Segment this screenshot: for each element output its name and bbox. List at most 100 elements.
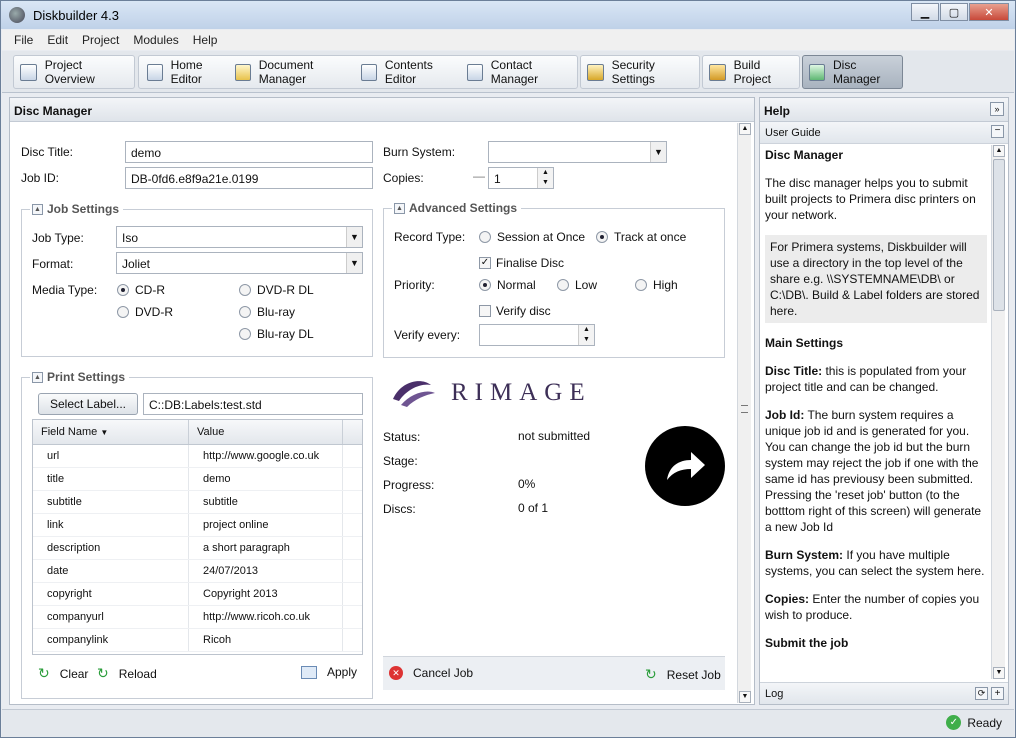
tab-security-settings[interactable]: Security Settings <box>580 55 700 89</box>
menu-edit[interactable]: Edit <box>47 33 68 47</box>
tab-home-editor[interactable]: Home Editor <box>140 55 232 89</box>
reset-icon: ↻ <box>645 666 657 682</box>
priority-low[interactable]: Low <box>557 278 597 292</box>
reload-icon: ↻ <box>97 665 109 681</box>
table-row[interactable]: companylink Ricoh <box>33 629 362 652</box>
table-row[interactable]: link project online <box>33 514 362 537</box>
scroll-up-icon[interactable]: ▲ <box>993 145 1005 157</box>
format-select[interactable]: Joliet ▼ <box>116 252 363 274</box>
field-value-cell[interactable]: subtitle <box>189 491 343 513</box>
media-blu-ray[interactable]: Blu-ray <box>239 305 295 319</box>
job-settings-legend[interactable]: ▲ Job Settings <box>30 202 124 216</box>
scroll-down-icon[interactable]: ▼ <box>739 691 751 703</box>
verify-disc-checkbox[interactable]: Verify disc <box>479 304 551 318</box>
copies-dash: — <box>473 169 485 183</box>
disc-arrow-icon <box>809 63 825 81</box>
apply-button[interactable]: Apply <box>301 665 357 679</box>
verify-every-stepper[interactable]: ▲ ▼ <box>479 324 595 346</box>
clear-button[interactable]: ↻ Clear <box>38 665 88 682</box>
scroll-up-icon[interactable]: ▲ <box>739 123 751 135</box>
table-row[interactable]: url http://www.google.co.uk <box>33 445 362 468</box>
scroll-down-icon[interactable]: ▼ <box>993 667 1005 679</box>
log-header[interactable]: Log ⟳ + <box>760 682 1008 704</box>
reload-button[interactable]: ↻ Reload <box>97 665 157 682</box>
collapse-icon: ▲ <box>394 202 405 214</box>
table-row[interactable]: copyright Copyright 2013 <box>33 583 362 606</box>
scroll-grip[interactable] <box>741 405 748 413</box>
disc-title-input[interactable]: demo <box>125 141 373 163</box>
media-cd-r[interactable]: CD-R <box>117 283 165 297</box>
advanced-settings-legend[interactable]: ▲ Advanced Settings <box>392 201 522 215</box>
job-id-input[interactable]: DB-0fd6.e8f9a21e.0199 <box>125 167 373 189</box>
tab-contact-manager[interactable]: Contact Manager <box>460 55 576 89</box>
minus-icon[interactable]: − <box>991 125 1004 138</box>
status-text: Ready <box>967 715 1002 730</box>
tab-disc-manager[interactable]: Disc Manager <box>802 55 903 89</box>
menu-modules[interactable]: Modules <box>133 33 178 47</box>
field-value-cell[interactable]: demo <box>189 468 343 490</box>
field-value-cell[interactable]: a short paragraph <box>189 537 343 559</box>
menu-project[interactable]: Project <box>82 33 119 47</box>
select-label-button[interactable]: Select Label... <box>38 393 138 415</box>
copies-stepper[interactable]: 1 ▲ ▼ <box>488 167 554 189</box>
print-settings-legend[interactable]: ▲ Print Settings <box>30 370 130 384</box>
help-scrollbar[interactable]: ▲ ▼ <box>991 145 1005 679</box>
reset-job-button[interactable]: ↻ Reset Job <box>645 666 721 683</box>
label-path-input[interactable]: C::DB:Labels:test.std <box>143 393 363 415</box>
refresh-log-icon[interactable]: ⟳ <box>975 687 988 700</box>
user-guide-header[interactable]: User Guide − <box>760 122 1008 144</box>
chevron-down-icon: ▼ <box>346 253 362 273</box>
minimize-button[interactable]: ▁ <box>911 3 939 21</box>
maximize-button[interactable]: ▢ <box>940 3 968 21</box>
contact-icon <box>467 63 483 81</box>
collapse-right-icon[interactable]: » <box>990 102 1004 116</box>
burn-system-select[interactable]: ▼ <box>488 141 667 163</box>
media-blu-ray-dl[interactable]: Blu-ray DL <box>239 327 314 341</box>
stage-label: Stage: <box>383 454 418 468</box>
scroll-thumb[interactable] <box>993 159 1005 311</box>
field-value-cell[interactable]: 24/07/2013 <box>189 560 343 582</box>
job-id-label: Job ID: <box>21 171 60 185</box>
stepper-arrows-icon[interactable]: ▲ ▼ <box>537 168 553 188</box>
finalise-disc-checkbox[interactable]: ✓ Finalise Disc <box>479 256 564 270</box>
col-field-name[interactable]: Field Name ▼ <box>33 420 189 444</box>
table-row[interactable]: subtitle subtitle <box>33 491 362 514</box>
close-button[interactable]: ✕ <box>969 3 1009 21</box>
media-dvd-r-dl[interactable]: DVD-R DL <box>239 283 314 297</box>
collapse-icon: ▲ <box>32 203 43 215</box>
priority-normal[interactable]: Normal <box>479 278 536 292</box>
field-name-cell: date <box>33 560 189 582</box>
record-track-at-once[interactable]: Track at once <box>596 230 686 244</box>
lock-icon <box>587 63 604 81</box>
burn-system-label: Burn System: <box>383 145 456 159</box>
menu-help[interactable]: Help <box>193 33 218 47</box>
table-row[interactable]: title demo <box>33 468 362 491</box>
record-session-at-once[interactable]: Session at Once <box>479 230 585 244</box>
field-value-cell[interactable]: http://www.google.co.uk <box>189 445 343 467</box>
forward-arrow-icon <box>667 452 705 480</box>
table-row[interactable]: date 24/07/2013 <box>33 560 362 583</box>
job-type-label: Job Type: <box>32 231 84 245</box>
disc-panel-scrollbar[interactable]: ▲ ▼ <box>737 123 751 703</box>
field-value-cell[interactable]: project online <box>189 514 343 536</box>
tab-document-manager[interactable]: Document Manager <box>228 55 356 89</box>
tab-contents-editor[interactable]: Contents Editor <box>354 55 462 89</box>
job-type-select[interactable]: Iso ▼ <box>116 226 363 248</box>
field-value-cell[interactable]: http://www.ricoh.co.uk <box>189 606 343 628</box>
discs-label: Discs: <box>383 502 416 516</box>
stepper-arrows-icon[interactable]: ▲ ▼ <box>578 325 594 345</box>
priority-high[interactable]: High <box>635 278 678 292</box>
tab-build-project[interactable]: Build Project <box>702 55 800 89</box>
media-dvd-r[interactable]: DVD-R <box>117 305 173 319</box>
field-name-cell: title <box>33 468 189 490</box>
table-row[interactable]: companyurl http://www.ricoh.co.uk <box>33 606 362 629</box>
plus-icon[interactable]: + <box>991 687 1004 700</box>
col-value[interactable]: Value <box>189 420 343 444</box>
field-value-cell[interactable]: Copyright 2013 <box>189 583 343 605</box>
cancel-job-button[interactable]: ✕ Cancel Job <box>389 666 473 680</box>
menu-file[interactable]: File <box>14 33 33 47</box>
field-value-cell[interactable]: Ricoh <box>189 629 343 651</box>
table-row[interactable]: description a short paragraph <box>33 537 362 560</box>
tab-project-overview[interactable]: Project Overview <box>13 55 135 89</box>
submit-job-button[interactable] <box>645 426 725 506</box>
